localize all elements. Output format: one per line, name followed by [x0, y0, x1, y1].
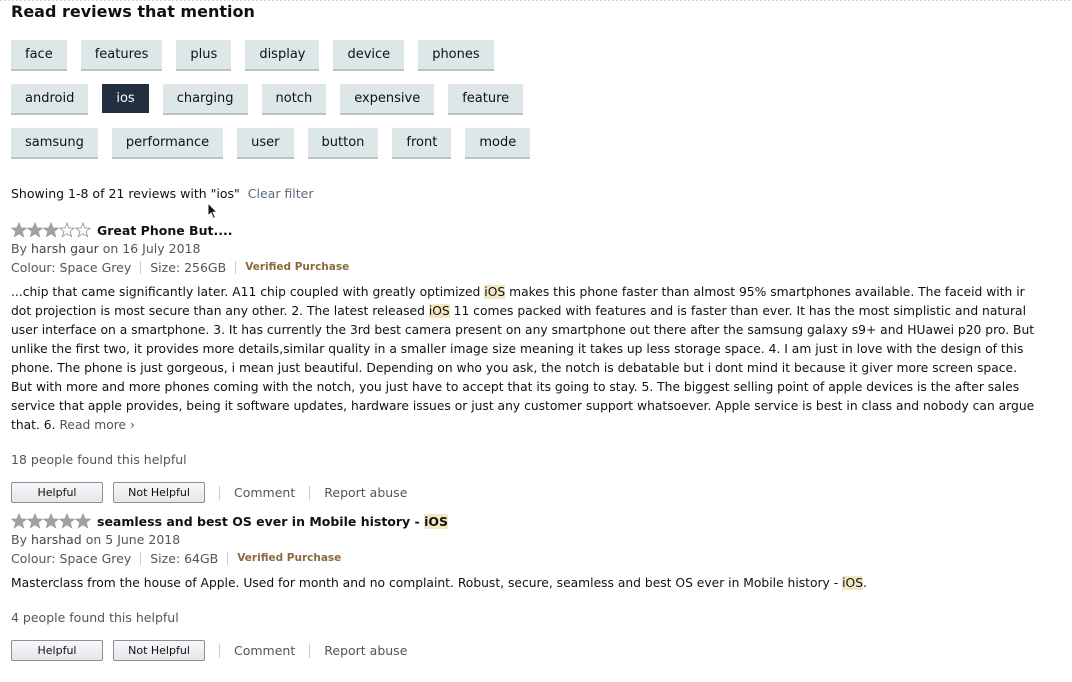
divider	[309, 485, 311, 500]
star-filled-icon	[43, 222, 59, 238]
chip-device[interactable]: device	[333, 40, 405, 69]
chip-row-2: android ios charging notch expensive fea…	[11, 84, 537, 113]
chip-button[interactable]: button	[307, 128, 379, 157]
highlight-ios: iOS	[428, 304, 450, 318]
star-rating[interactable]	[11, 513, 91, 529]
star-empty-icon	[75, 222, 91, 238]
not-helpful-button[interactable]: Not Helpful	[113, 640, 205, 661]
body-segment: 11 comes packed with features and is fas…	[11, 304, 1035, 432]
highlight-ios: iOS	[484, 285, 506, 299]
review-body: Masterclass from the house of Apple. Use…	[11, 574, 1051, 593]
chip-charging[interactable]: charging	[162, 84, 248, 113]
chip-mode[interactable]: mode	[465, 128, 531, 157]
chip-samsung[interactable]: samsung	[11, 128, 98, 157]
review-1: Great Phone But.... By harsh gaur on 16 …	[11, 221, 1051, 503]
filter-status-text: Showing 1-8 of 21 reviews with "ios"	[11, 186, 240, 201]
divider	[235, 261, 237, 274]
helpful-button[interactable]: Helpful	[11, 482, 103, 503]
review-title[interactable]: seamless and best OS ever in Mobile hist…	[97, 513, 449, 529]
colour-variant: Colour: Space Grey	[11, 551, 132, 566]
review-body: ...chip that came significantly later. A…	[11, 283, 1041, 435]
colour-variant: Colour: Space Grey	[11, 260, 132, 275]
chip-row-1: face features plus display device phones	[11, 40, 508, 69]
star-empty-icon	[59, 222, 75, 238]
highlight-ios: iOS	[424, 513, 449, 529]
by-label: By	[11, 532, 27, 547]
verified-purchase-badge: Verified Purchase	[237, 552, 342, 564]
comment-link[interactable]: Comment	[234, 485, 295, 500]
chip-phones[interactable]: phones	[418, 40, 494, 69]
star-filled-icon	[59, 513, 75, 529]
chip-performance[interactable]: performance	[111, 128, 224, 157]
review-date: on 5 June 2018	[85, 532, 181, 547]
by-label: By	[11, 241, 27, 256]
chip-feature[interactable]: feature	[448, 84, 524, 113]
review-byline: By harshad on 5 June 2018	[11, 530, 1051, 549]
title-segment: seamless and best OS ever in Mobile hist…	[97, 513, 425, 529]
mouse-cursor-icon	[207, 202, 219, 220]
divider	[219, 643, 220, 658]
chip-front[interactable]: front	[392, 128, 452, 157]
star-filled-icon	[27, 513, 43, 529]
author-link[interactable]: harsh gaur	[31, 241, 99, 256]
divider	[140, 261, 142, 274]
filter-status: Showing 1-8 of 21 reviews with "ios" Cle…	[11, 186, 314, 201]
size-variant: Size: 256GB	[150, 260, 227, 275]
star-filled-icon	[43, 513, 59, 529]
star-filled-icon	[11, 513, 27, 529]
author-link[interactable]: harshad	[31, 532, 82, 547]
helpful-button[interactable]: Helpful	[11, 640, 103, 661]
star-rating[interactable]	[11, 222, 91, 238]
review-actions: Helpful Not Helpful Comment Report abuse	[11, 482, 1051, 503]
body-segment: Masterclass from the house of Apple. Use…	[11, 576, 843, 590]
divider	[140, 552, 142, 565]
chip-face[interactable]: face	[11, 40, 67, 69]
star-filled-icon	[75, 513, 91, 529]
divider	[309, 643, 311, 658]
divider	[219, 485, 220, 500]
divider	[227, 552, 229, 565]
review-title-line: Great Phone But....	[11, 221, 1051, 239]
helpful-count: 4 people found this helpful	[11, 610, 179, 625]
body-segment: ...chip that came significantly later. A…	[11, 285, 485, 299]
helpful-count: 18 people found this helpful	[11, 452, 187, 467]
chip-android[interactable]: android	[11, 84, 89, 113]
chip-notch[interactable]: notch	[261, 84, 327, 113]
highlight-ios: iOS	[842, 576, 863, 590]
star-filled-icon	[27, 222, 43, 238]
review-variant: Colour: Space Grey Size: 64GB Verified P…	[11, 549, 1051, 568]
review-byline: By harsh gaur on 16 July 2018	[11, 239, 1051, 258]
chip-display[interactable]: display	[245, 40, 320, 69]
size-variant: Size: 64GB	[150, 551, 219, 566]
report-abuse-link[interactable]: Report abuse	[324, 485, 407, 500]
chip-plus[interactable]: plus	[176, 40, 232, 69]
comment-link[interactable]: Comment	[234, 643, 295, 658]
review-title[interactable]: Great Phone But....	[97, 223, 232, 238]
mentions-heading: Read reviews that mention	[11, 2, 255, 21]
report-abuse-link[interactable]: Report abuse	[324, 643, 407, 658]
chip-expensive[interactable]: expensive	[340, 84, 435, 113]
review-2: seamless and best OS ever in Mobile hist…	[11, 512, 1051, 661]
clear-filter-link[interactable]: Clear filter	[248, 186, 314, 201]
review-variant: Colour: Space Grey Size: 256GB Verified …	[11, 258, 1051, 277]
review-actions: Helpful Not Helpful Comment Report abuse	[11, 640, 1051, 661]
read-more-link[interactable]: Read more ›	[59, 418, 135, 432]
body-segment: .	[863, 576, 867, 590]
star-filled-icon	[11, 222, 27, 238]
chip-row-3: samsung performance user button front mo…	[11, 128, 544, 157]
review-title-line: seamless and best OS ever in Mobile hist…	[11, 512, 1051, 530]
verified-purchase-badge: Verified Purchase	[245, 261, 350, 273]
chip-features[interactable]: features	[80, 40, 163, 69]
chip-user[interactable]: user	[237, 128, 294, 157]
chip-ios-selected[interactable]: ios	[102, 84, 149, 113]
review-date: on 16 July 2018	[102, 241, 201, 256]
not-helpful-button[interactable]: Not Helpful	[113, 482, 205, 503]
